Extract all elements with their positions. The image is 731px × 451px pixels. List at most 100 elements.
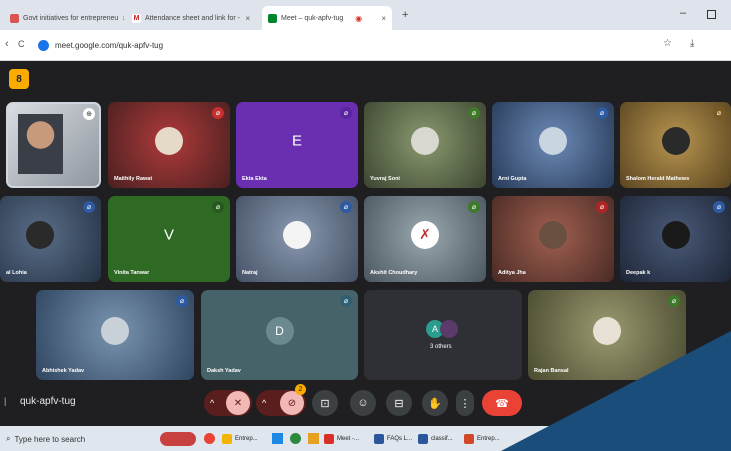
mic-control[interactable]: ^ ✕: [204, 390, 252, 416]
chrome-icon[interactable]: [204, 433, 215, 444]
participant-tile-maithily[interactable]: ⌀ Maithily Rawat: [108, 102, 230, 188]
activity-badge[interactable]: 8: [9, 69, 29, 89]
participant-tile-deepak[interactable]: ⌀ Deepak k: [620, 196, 731, 282]
participant-tile-others[interactable]: A 3 others: [364, 290, 522, 380]
mic-off-icon: ⌀: [340, 201, 352, 213]
meet-stage: 8 ⊕ ⌀ Maithily Rawat ⌀ E Ekta Ekta ⌀ Yuv…: [0, 61, 731, 426]
raise-hand-button[interactable]: ✋: [422, 390, 448, 416]
avatar: [283, 220, 311, 249]
participant-tile-natraj[interactable]: ⌀ Natraj: [236, 196, 358, 282]
tab-title: Attendance sheet and link for -: [145, 14, 240, 22]
mic-off-icon: ⌀: [212, 201, 224, 213]
participant-tile-akshit[interactable]: ⌀ ✗ Akshit Choudhary: [364, 196, 486, 282]
more-vert-icon: ⋮: [459, 397, 471, 410]
tab-favicon-icon: [10, 13, 19, 23]
present-button[interactable]: ⊡: [312, 390, 338, 416]
browser-tab-bar: Govt initiatives for entrepreneu × M Att…: [0, 0, 731, 30]
word-icon: [374, 434, 384, 444]
word-icon: [418, 434, 428, 444]
taskbar-search[interactable]: ⌕ Type here to search: [6, 431, 156, 447]
chevron-up-icon[interactable]: ^: [210, 398, 214, 408]
participant-name: Arni Gupta: [498, 176, 527, 182]
gmail-icon: M: [132, 13, 141, 23]
taskbar-item-entrep[interactable]: Entrep...: [222, 432, 258, 446]
self-video-tile[interactable]: ⊕: [6, 102, 101, 188]
more-options-button[interactable]: ⋮: [456, 390, 474, 416]
close-icon[interactable]: ×: [122, 14, 124, 23]
leave-call-button[interactable]: ☎: [482, 390, 522, 416]
participant-tile-lohia[interactable]: ⌀ al Lohia: [0, 196, 101, 282]
participant-name: al Lohia: [6, 270, 27, 276]
meet-icon: [268, 13, 277, 23]
avatar: [101, 316, 129, 345]
taskbar-item-label: Entrep...: [477, 436, 500, 442]
participant-tile-abhishek[interactable]: ⌀ Abhishek Yadav: [36, 290, 194, 380]
emoji-button[interactable]: ☺: [350, 390, 376, 416]
participant-name: Deepak k: [626, 270, 651, 276]
taskbar-item-label: Meet -...: [337, 436, 360, 442]
avatar: [661, 220, 690, 249]
mic-off-icon: ⌀: [83, 201, 95, 213]
search-placeholder: Type here to search: [14, 434, 86, 444]
mic-off-icon: ⌀: [668, 295, 680, 307]
mic-off-icon: ⌀: [212, 107, 224, 119]
app-icon[interactable]: [290, 433, 301, 444]
camera-control[interactable]: ^ ⊘ 2: [256, 384, 306, 416]
present-icon: ⊡: [320, 397, 330, 410]
pin-icon[interactable]: ⊕: [83, 108, 95, 120]
folder-icon: [222, 434, 232, 444]
chevron-up-icon[interactable]: ^: [262, 398, 266, 408]
tab-meet[interactable]: Meet – quk-apfv-tug ◉ ×: [262, 6, 392, 30]
chrome-icon: [324, 434, 334, 444]
mic-off-icon: ⌀: [713, 201, 725, 213]
download-icon[interactable]: ⤓: [690, 38, 694, 49]
bookmark-star-icon[interactable]: ☆: [663, 38, 672, 49]
close-icon[interactable]: ×: [381, 14, 386, 23]
participant-tile-aditya[interactable]: ⌀ Aditya Jha: [492, 196, 614, 282]
participant-name: Akshit Choudhary: [370, 270, 418, 276]
taskbar-item-label: FAQs L...: [387, 436, 413, 442]
site-info-icon[interactable]: [38, 39, 49, 51]
mic-off-icon: ⌀: [713, 107, 725, 119]
participant-tile-vinita[interactable]: ⌀ V Vinita Tanwar: [108, 196, 230, 282]
participant-tile-ekta[interactable]: ⌀ E Ekta Ekta: [236, 102, 358, 188]
avatar-letter: E: [291, 132, 303, 150]
new-tab-button[interactable]: +: [402, 9, 408, 21]
mic-off-icon[interactable]: ✕: [226, 391, 250, 415]
participant-name: Yuvraj Soni: [370, 176, 400, 182]
powerpoint-icon: [464, 434, 474, 444]
widget-icon[interactable]: [160, 432, 196, 446]
meeting-code: quk-apfv-tug: [20, 396, 76, 407]
taskbar-item-faqs[interactable]: FAQs L...: [374, 432, 412, 446]
participant-name: Vinita Tanwar: [114, 270, 150, 276]
store-icon[interactable]: [272, 433, 283, 444]
avatar: [440, 320, 458, 338]
minimize-button[interactable]: –: [680, 7, 686, 19]
participant-name: Aditya Jha: [498, 270, 526, 276]
participant-name: Rajan Bansal: [534, 368, 569, 374]
url-field[interactable]: meet.google.com/quk-apfv-tug: [38, 36, 638, 54]
avatar: [539, 220, 567, 249]
url-text: meet.google.com/quk-apfv-tug: [55, 40, 164, 50]
taskbar-item-entrep-ppt[interactable]: Entrep...: [464, 432, 500, 446]
participant-tile-shalom[interactable]: ⌀ Shalom Herald Mathews: [620, 102, 731, 188]
participant-tile-arni[interactable]: ⌀ Arni Gupta: [492, 102, 614, 188]
back-button[interactable]: ‹: [5, 38, 9, 50]
participant-tile-yuvraj[interactable]: ⌀ Yuvraj Soni: [364, 102, 486, 188]
taskbar-item-classif[interactable]: classif...: [418, 432, 453, 446]
participant-tile-rajan[interactable]: ⌀ Rajan Bansal: [528, 290, 686, 380]
avatar: [26, 220, 55, 249]
tab-attendance-sheet[interactable]: M Attendance sheet and link for - ×: [126, 6, 256, 30]
close-icon[interactable]: ×: [245, 14, 250, 23]
maximize-button[interactable]: [707, 10, 716, 19]
participant-name: Maithily Rawat: [114, 176, 153, 182]
participant-tile-daksh[interactable]: ⌀ D Daksh Yadav: [201, 290, 358, 380]
participant-name: Abhishek Yadav: [42, 368, 85, 374]
avatar-letter: V: [163, 226, 175, 244]
avatar: ✗: [411, 220, 439, 249]
tab-govt-initiatives[interactable]: Govt initiatives for entrepreneu ×: [4, 6, 124, 30]
captions-button[interactable]: ⊟: [386, 390, 412, 416]
app-icon[interactable]: [308, 433, 319, 444]
taskbar-item-meet[interactable]: Meet -...: [324, 432, 359, 446]
reload-button[interactable]: C: [18, 39, 25, 49]
